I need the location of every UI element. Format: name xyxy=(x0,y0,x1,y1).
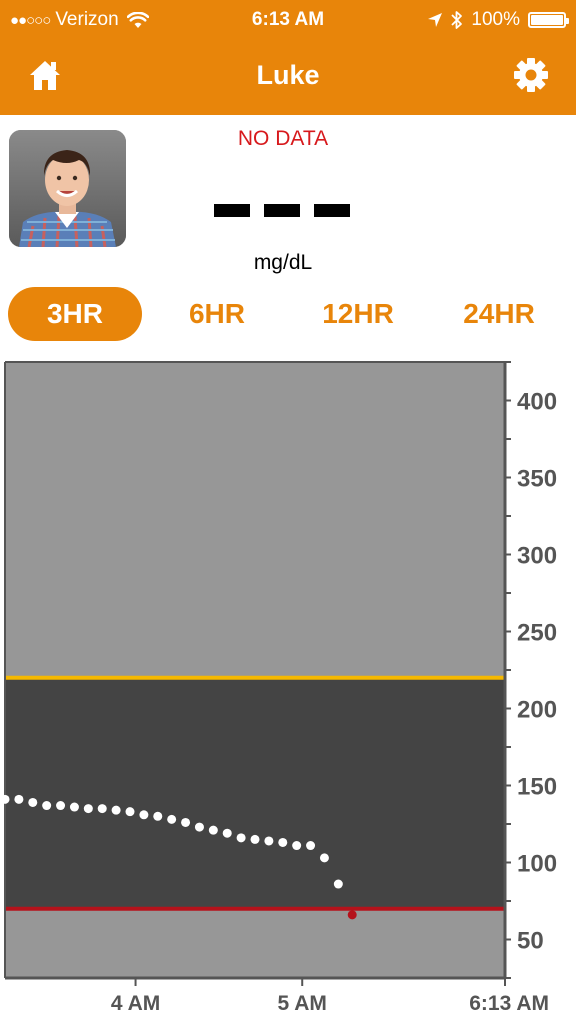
range-tabs: 3HR 6HR 12HR 24HR xyxy=(0,287,576,341)
reading-point xyxy=(125,807,135,817)
battery-icon xyxy=(528,12,569,28)
reading-point xyxy=(292,841,302,851)
reading-point xyxy=(333,879,343,889)
dash xyxy=(214,204,250,217)
reading-point xyxy=(306,841,316,851)
high-range-band xyxy=(5,362,505,678)
app-header: ●●○○○ Verizon 6:13 AM 100% Luke xyxy=(0,0,576,115)
reading-point xyxy=(167,814,177,824)
reading-point xyxy=(319,853,329,863)
bluetooth-icon xyxy=(451,11,463,29)
reading-point xyxy=(0,794,10,804)
y-tick-label: 400 xyxy=(517,389,557,416)
tab-6hr[interactable]: 6HR xyxy=(150,287,284,341)
settings-button[interactable] xyxy=(512,56,550,94)
x-tick-label: 6:13 AM xyxy=(469,992,549,1015)
reading-point xyxy=(194,822,204,832)
reading-point xyxy=(236,833,246,843)
tab-12hr[interactable]: 12HR xyxy=(291,287,425,341)
gear-icon xyxy=(514,58,548,92)
reading-point xyxy=(111,805,121,815)
target-range-band xyxy=(5,677,505,909)
tab-3hr[interactable]: 3HR xyxy=(8,287,142,341)
low-range-band xyxy=(5,908,505,978)
tab-24hr[interactable]: 24HR xyxy=(432,287,566,341)
reading-point xyxy=(264,836,274,846)
y-tick-label: 50 xyxy=(517,928,544,955)
reading-point xyxy=(42,801,52,811)
battery-percent: 100% xyxy=(471,9,520,30)
x-tick-label: 4 AM xyxy=(111,992,160,1015)
low-reading-point xyxy=(347,910,357,920)
y-tick-label: 350 xyxy=(517,466,557,493)
reading-point xyxy=(69,802,79,812)
reading-point xyxy=(139,810,149,820)
reading-point xyxy=(222,828,232,838)
battery-fill xyxy=(531,15,563,25)
reading-point xyxy=(208,825,218,835)
status-bar: ●●○○○ Verizon 6:13 AM 100% xyxy=(0,0,576,40)
y-tick-label: 150 xyxy=(517,774,557,801)
reading-point xyxy=(28,797,38,807)
dash xyxy=(314,204,350,217)
reading-point xyxy=(153,811,163,821)
reading-point xyxy=(14,794,24,804)
y-tick-label: 100 xyxy=(517,851,557,878)
reading-point xyxy=(83,804,93,814)
reading-point xyxy=(97,804,107,814)
reading-point xyxy=(278,837,288,847)
glucose-chart: 50 100 150 200 250 300 350 400 4 AM 5 AM 6:13 AM xyxy=(0,358,576,1024)
dash xyxy=(264,204,300,217)
reading-status: NO DATA xyxy=(237,127,329,150)
reading-point xyxy=(56,801,66,811)
y-tick-label: 200 xyxy=(517,697,557,724)
reading-point xyxy=(250,834,260,844)
status-bar-right: 100% xyxy=(419,9,569,31)
y-tick-label: 250 xyxy=(517,620,557,647)
y-tick-label: 300 xyxy=(517,543,557,570)
reading-point xyxy=(181,817,191,827)
x-tick-label: 5 AM xyxy=(278,992,327,1015)
glucose-units: mg/dL xyxy=(253,251,313,274)
location-arrow-icon xyxy=(428,13,443,27)
glucose-value-placeholder xyxy=(214,204,350,220)
page-title: Luke xyxy=(256,60,320,90)
